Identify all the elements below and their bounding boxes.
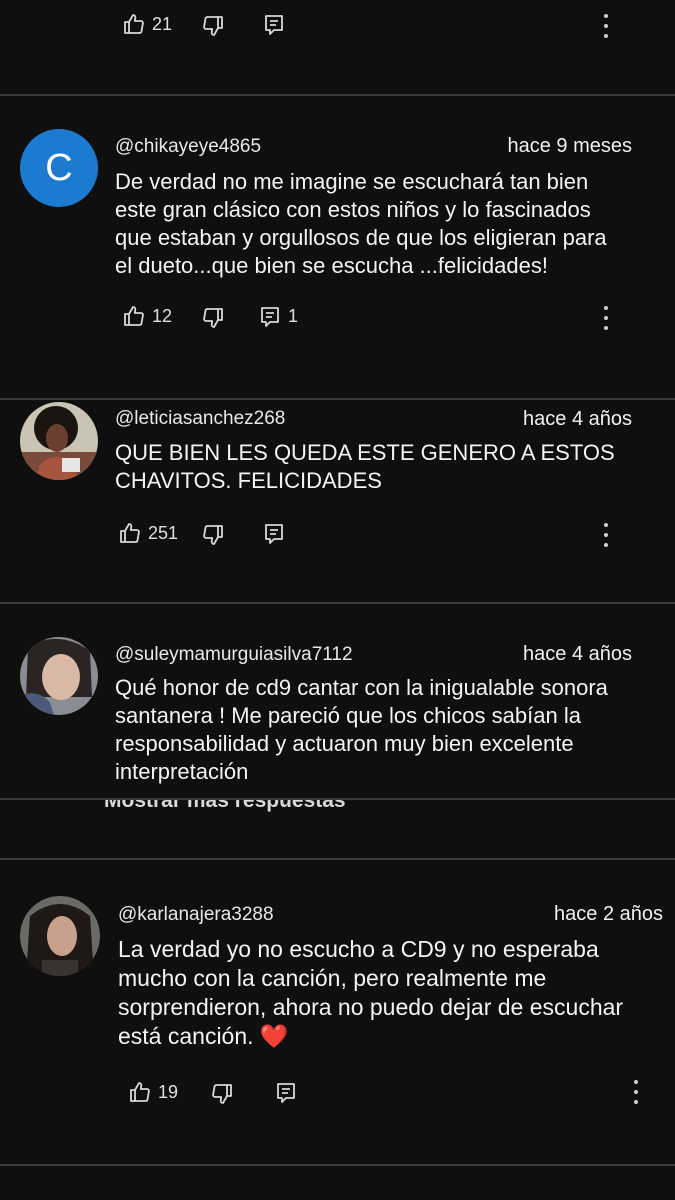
comment-author[interactable]: @leticiasanchez268 — [115, 408, 285, 430]
comment-timestamp: hace 4 años — [523, 643, 632, 665]
comment-actions: 21 — [118, 10, 675, 40]
comment-text: De verdad no me imagine se escuchará tan… — [115, 169, 607, 278]
comment-text-body: La verdad yo no escucho a CD9 y no esper… — [118, 936, 624, 1049]
like-icon[interactable] — [122, 12, 146, 36]
comment-actions: 12 1 — [118, 302, 675, 332]
divider — [0, 858, 675, 860]
avatar[interactable]: C — [20, 129, 98, 207]
comment-actions: 251 — [114, 519, 674, 549]
comment-timestamp: hace 9 meses — [507, 135, 632, 157]
dislike-icon[interactable] — [201, 306, 225, 330]
reply-icon[interactable] — [262, 13, 286, 37]
avatar[interactable] — [20, 637, 98, 715]
avatar[interactable] — [20, 402, 98, 480]
comment-author[interactable]: @karlanajera3288 — [118, 904, 274, 926]
like-icon[interactable] — [128, 1080, 152, 1104]
reply-count[interactable]: 1 — [288, 306, 298, 327]
comment-timestamp: hace 4 años — [523, 408, 632, 430]
like-count: 251 — [148, 523, 179, 543]
dislike-icon[interactable] — [210, 1082, 234, 1106]
comment-author[interactable]: @suleymamurguiasilva7112 — [115, 644, 353, 666]
heart-emoji-icon: ❤️ — [259, 1023, 289, 1049]
dislike-icon[interactable] — [201, 14, 225, 38]
more-vert-icon[interactable] — [626, 1078, 646, 1108]
reply-icon[interactable] — [258, 305, 282, 329]
more-vert-icon[interactable] — [596, 521, 616, 551]
more-vert-icon[interactable] — [596, 304, 616, 334]
like-count: 12 — [152, 306, 173, 326]
more-vert-icon[interactable] — [596, 12, 616, 42]
comment-author[interactable]: @chikayeye4865 — [115, 136, 261, 158]
reply-icon[interactable] — [274, 1081, 298, 1105]
avatar-letter: C — [45, 147, 73, 189]
comment-text: La verdad yo no escucho a CD9 y no esper… — [118, 935, 623, 1051]
like-icon[interactable] — [122, 304, 146, 328]
show-more-replies-button[interactable]: Mostrar más respuestas — [0, 800, 675, 814]
comment-actions: 19 — [124, 1078, 664, 1108]
reply-icon[interactable] — [262, 522, 286, 546]
show-more-replies-label: Mostrar más respuestas — [104, 800, 346, 812]
divider — [0, 602, 675, 604]
avatar[interactable] — [20, 896, 100, 976]
comment-text: QUE BIEN LES QUEDA ESTE GENERO A ESTOS C… — [115, 440, 615, 493]
like-count: 19 — [158, 1082, 179, 1102]
comment-text: Qué honor de cd9 cantar con la inigualab… — [115, 675, 608, 784]
comment-timestamp: hace 2 años — [554, 903, 663, 925]
divider — [0, 94, 675, 96]
like-count: 21 — [152, 14, 173, 34]
divider — [0, 1164, 675, 1166]
like-icon[interactable] — [118, 521, 142, 545]
divider — [0, 398, 675, 400]
dislike-icon[interactable] — [201, 523, 225, 547]
